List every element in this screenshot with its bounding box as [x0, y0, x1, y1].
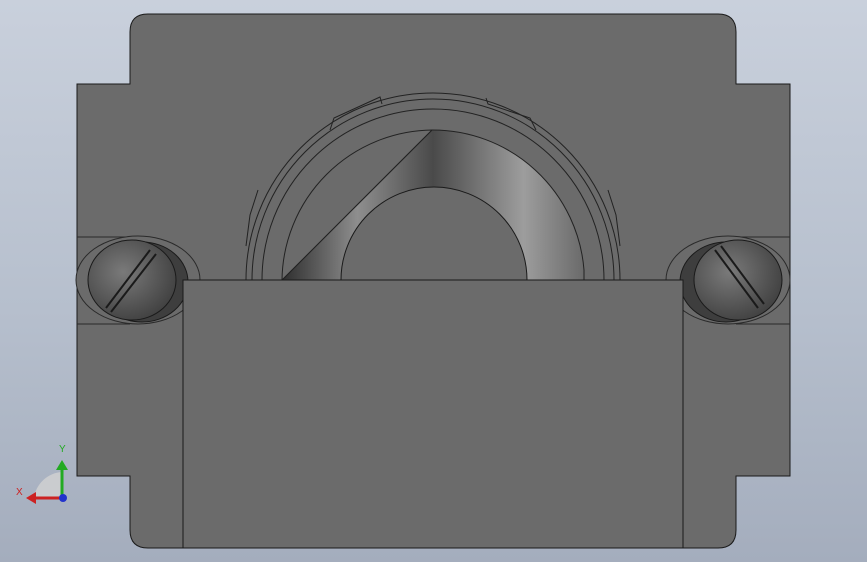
slotted-screw-icon[interactable] [665, 235, 791, 325]
y-axis-label: Y [59, 444, 66, 455]
axis-triad [26, 460, 68, 504]
cad-model-view[interactable] [0, 0, 867, 562]
front-block[interactable] [182, 279, 684, 549]
slotted-screw-icon[interactable] [75, 235, 201, 325]
graphics-viewport[interactable]: Y X [0, 0, 867, 562]
x-axis-label: X [16, 487, 23, 498]
